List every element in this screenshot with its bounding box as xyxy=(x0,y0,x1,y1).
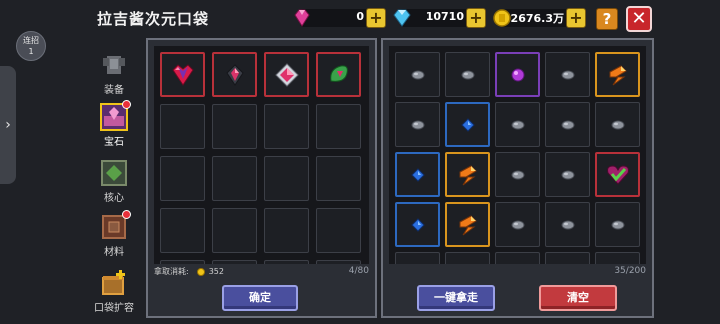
category-label: 核心 xyxy=(104,193,124,204)
help-button[interactable]: ? xyxy=(596,8,618,30)
empty-slot[interactable] xyxy=(160,208,205,253)
take-cost-value: 352 xyxy=(208,267,224,276)
item-slot-grey-stone[interactable] xyxy=(545,102,590,147)
empty-slot[interactable] xyxy=(264,260,309,264)
item-slot-grey-stone[interactable] xyxy=(495,102,540,147)
pocket-capacity: 4/80 xyxy=(348,266,369,276)
item-slot-grey-stone[interactable] xyxy=(495,152,540,197)
take-cost-label: 拿取消耗: xyxy=(154,267,189,276)
item-slot-heart-check-gem[interactable] xyxy=(595,152,640,197)
diamond-icon xyxy=(393,9,411,27)
item-slot-orange-crystal[interactable] xyxy=(595,52,640,97)
page-title: 拉吉酱次元口袋 xyxy=(97,10,210,28)
clear-button[interactable]: 清空 xyxy=(539,285,617,311)
item-slot-grey-stone[interactable] xyxy=(595,202,640,247)
notification-badge xyxy=(122,210,131,219)
item-slot-grey-stone[interactable] xyxy=(395,52,440,97)
item-slot-orange-crystal[interactable] xyxy=(445,152,490,197)
combo-button[interactable]: 连招 1 xyxy=(16,31,46,61)
empty-slot[interactable] xyxy=(212,208,257,253)
storage-capacity: 35/200 xyxy=(614,266,646,276)
diamond-value: 10710 xyxy=(425,10,464,23)
item-slot-grey-stone[interactable] xyxy=(495,202,540,247)
item-slot-grey-stone[interactable] xyxy=(395,102,440,147)
item-slot-green-leaf-gem[interactable] xyxy=(316,52,361,97)
empty-slot[interactable] xyxy=(316,104,361,149)
gold-counter: 2676.3万 + xyxy=(493,8,586,28)
item-slot-grey-stone[interactable] xyxy=(545,52,590,97)
empty-slot[interactable] xyxy=(545,252,590,264)
take-cost-bar: 拿取消耗: 352 xyxy=(154,266,224,278)
pocket-expand-icon xyxy=(102,270,125,295)
core-icon xyxy=(101,160,127,186)
empty-slot[interactable] xyxy=(316,260,361,264)
armor-icon xyxy=(103,56,125,74)
storage-grid-viewport[interactable] xyxy=(389,46,646,264)
item-slot-blue-diamond[interactable] xyxy=(395,202,440,247)
combo-label: 连招 xyxy=(23,36,39,45)
confirm-button[interactable]: 确定 xyxy=(222,285,298,311)
combo-value: 1 xyxy=(28,47,34,56)
empty-slot[interactable] xyxy=(264,156,309,201)
item-slot-grey-stone[interactable] xyxy=(445,52,490,97)
gold-value: 2676.3万 xyxy=(510,12,564,25)
storage-panel: 35/200 一键拿走 清空 xyxy=(381,38,654,318)
item-slot-blue-diamond[interactable] xyxy=(395,152,440,197)
empty-slot[interactable] xyxy=(316,208,361,253)
notification-badge xyxy=(122,100,131,109)
chevron-right-icon: › xyxy=(5,117,11,133)
category-core[interactable]: 核心 xyxy=(92,158,136,204)
add-diamond-button[interactable]: + xyxy=(466,8,486,28)
pink-gem-value: 0 xyxy=(356,10,364,23)
empty-slot[interactable] xyxy=(264,104,309,149)
category-gems[interactable]: 宝石 xyxy=(92,100,136,148)
empty-slot[interactable] xyxy=(264,208,309,253)
question-icon: ? xyxy=(602,10,612,28)
empty-slot[interactable] xyxy=(160,260,205,264)
item-slot-orange-crystal[interactable] xyxy=(445,202,490,247)
category-equipment[interactable]: 装备 xyxy=(92,50,136,96)
close-button[interactable]: ✕ xyxy=(626,6,652,32)
expand-side-tab[interactable]: › xyxy=(0,66,16,184)
empty-slot[interactable] xyxy=(316,156,361,201)
coin-icon xyxy=(196,267,205,276)
empty-slot[interactable] xyxy=(395,252,440,264)
empty-slot[interactable] xyxy=(445,252,490,264)
item-slot-blue-diamond[interactable] xyxy=(445,102,490,147)
category-pocket-expand[interactable]: 口袋扩容 xyxy=(92,268,136,314)
item-slot-rose-gem[interactable] xyxy=(264,52,309,97)
empty-slot[interactable] xyxy=(160,104,205,149)
pink-gem-counter: 0 + xyxy=(294,8,386,28)
empty-slot[interactable] xyxy=(212,260,257,264)
pocket-grid-viewport[interactable] xyxy=(154,46,369,264)
item-slot-dark-shard-gem[interactable] xyxy=(212,52,257,97)
add-gold-button[interactable]: + xyxy=(566,8,586,28)
empty-slot[interactable] xyxy=(212,104,257,149)
pink-gem-icon xyxy=(294,9,310,27)
take-all-button[interactable]: 一键拿走 xyxy=(417,285,495,311)
item-slot-grey-stone[interactable] xyxy=(545,202,590,247)
pocket-panel: 拿取消耗: 352 4/80 确定 xyxy=(146,38,377,318)
category-label: 口袋扩容 xyxy=(94,303,134,314)
item-slot-grey-stone[interactable] xyxy=(595,102,640,147)
empty-slot[interactable] xyxy=(212,156,257,201)
category-materials[interactable]: 材料 xyxy=(92,210,136,258)
item-slot-red-heart-gem[interactable] xyxy=(160,52,205,97)
item-slot-purple-orb[interactable] xyxy=(495,52,540,97)
category-label: 宝石 xyxy=(104,137,124,148)
category-label: 装备 xyxy=(104,85,124,96)
storage-grid xyxy=(389,46,646,264)
diamond-counter: 10710 + xyxy=(393,8,486,28)
item-slot-grey-stone[interactable] xyxy=(545,152,590,197)
category-label: 材料 xyxy=(104,247,124,258)
empty-slot[interactable] xyxy=(160,156,205,201)
add-pink-gem-button[interactable]: + xyxy=(366,8,386,28)
empty-slot[interactable] xyxy=(595,252,640,264)
empty-slot[interactable] xyxy=(495,252,540,264)
close-icon: ✕ xyxy=(631,8,647,29)
pocket-grid xyxy=(154,46,369,264)
